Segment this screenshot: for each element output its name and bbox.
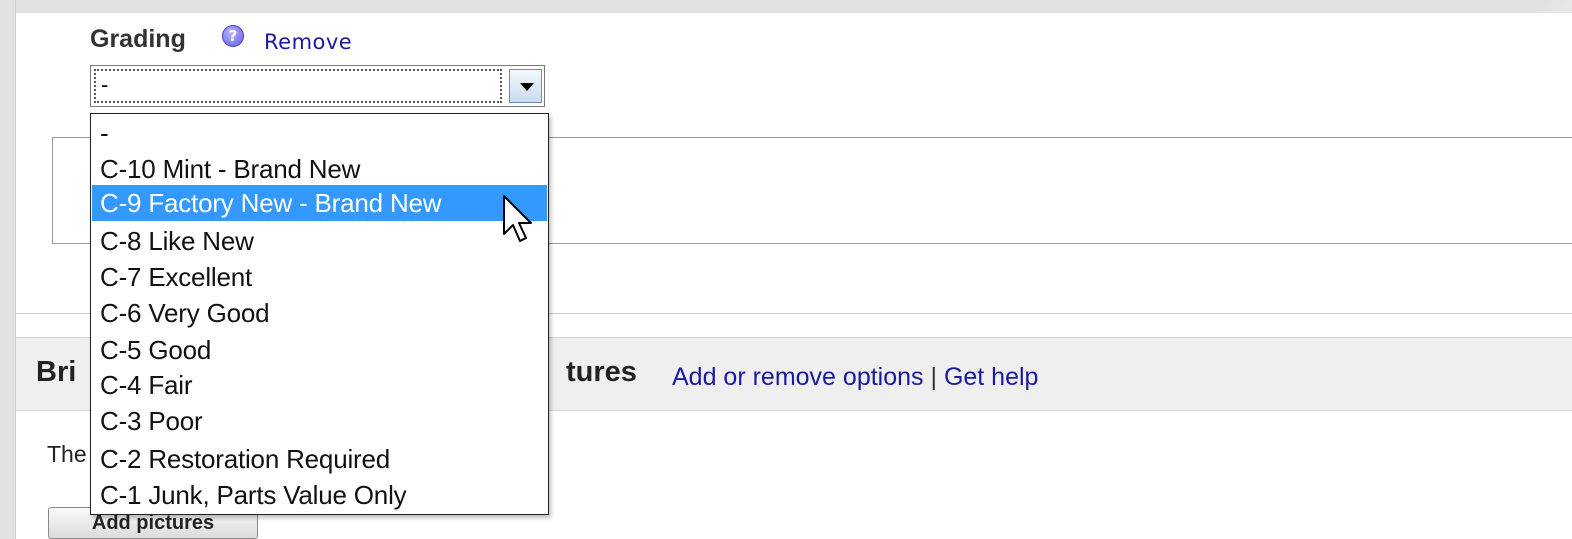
dropdown-option[interactable]: - xyxy=(92,115,547,151)
mouse-pointer-icon xyxy=(503,195,532,242)
dropdown-option[interactable]: C-5 Good xyxy=(92,332,547,368)
dropdown-option[interactable]: C-8 Like New xyxy=(92,223,547,259)
pictures-description-text: The xyxy=(47,441,87,467)
window-frame-left xyxy=(0,0,16,539)
add-remove-options-link[interactable]: Add or remove options xyxy=(672,363,924,391)
grading-dropdown-list: - C-10 Mint - Brand New C-9 Factory New … xyxy=(90,113,549,515)
section-links: Add or remove options | Get help xyxy=(672,363,1038,392)
dropdown-option[interactable]: C-2 Restoration Required xyxy=(92,441,547,477)
grading-label: Grading xyxy=(90,25,186,53)
dropdown-option[interactable]: C-3 Poor xyxy=(92,403,547,439)
dropdown-option[interactable]: C-4 Fair xyxy=(92,367,547,403)
window-frame-top xyxy=(0,0,1572,13)
dropdown-option-selected[interactable]: C-9 Factory New - Brand New xyxy=(92,185,547,221)
grading-select-value[interactable]: - xyxy=(94,69,502,103)
grading-select[interactable]: - xyxy=(90,65,545,107)
dropdown-option[interactable]: C-6 Very Good xyxy=(92,295,547,331)
help-icon[interactable]: ? xyxy=(222,25,244,47)
get-help-link[interactable]: Get help xyxy=(944,363,1039,391)
chevron-down-icon[interactable] xyxy=(509,69,542,103)
remove-link[interactable]: Remove xyxy=(264,30,352,54)
link-separator: | xyxy=(930,363,937,391)
dropdown-option[interactable]: C-1 Junk, Parts Value Only xyxy=(92,477,547,513)
dropdown-option[interactable]: C-10 Mint - Brand New xyxy=(92,151,547,187)
section-title-end: tures xyxy=(566,356,637,388)
dropdown-option[interactable]: C-7 Excellent xyxy=(92,259,547,295)
section-title-start: Bri xyxy=(36,356,77,388)
